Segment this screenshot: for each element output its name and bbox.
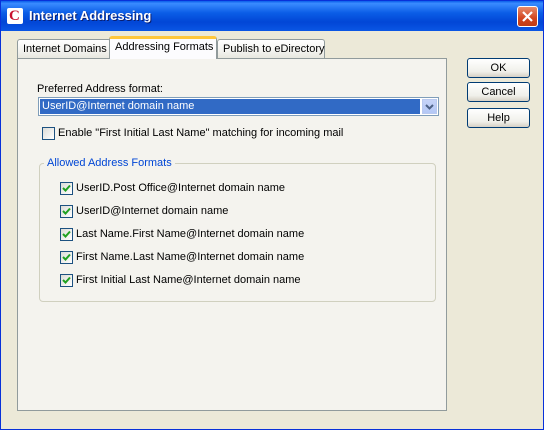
help-button[interactable]: Help <box>467 108 530 128</box>
format-label-1: UserID.Post Office@Internet domain name <box>76 182 286 194</box>
format-checkbox-2[interactable] <box>60 205 73 218</box>
format-label-2: UserID@Internet domain name <box>76 205 229 217</box>
enable-matching-checkbox[interactable] <box>42 127 55 140</box>
checkmark-icon <box>62 276 71 284</box>
dropdown-button[interactable] <box>422 99 437 114</box>
checkmark-icon <box>62 230 71 238</box>
checkmark-icon <box>62 253 71 261</box>
tab-publish-edirectory[interactable]: Publish to eDirectory <box>217 39 325 58</box>
allowed-formats-title: Allowed Address Formats <box>44 157 175 169</box>
format-label-4: First Name.Last Name@Internet domain nam… <box>76 251 305 263</box>
format-label-5: First Initial Last Name@Internet domain … <box>76 274 301 286</box>
preferred-format-label: Preferred Address format: <box>37 83 163 95</box>
preferred-format-value: UserID@Internet domain name <box>40 99 420 114</box>
tab-internet-domains[interactable]: Internet Domains <box>17 39 111 58</box>
format-checkbox-5[interactable] <box>60 274 73 287</box>
window-title: Internet Addressing <box>29 8 152 23</box>
enable-matching-label: Enable "First Initial Last Name" matchin… <box>58 127 344 139</box>
tab-addressing-formats[interactable]: Addressing Formats <box>109 36 217 59</box>
ok-button[interactable]: OK <box>467 58 530 78</box>
format-checkbox-4[interactable] <box>60 251 73 264</box>
preferred-format-select[interactable]: UserID@Internet domain name <box>38 97 439 116</box>
checkmark-icon <box>62 207 71 215</box>
title-bar[interactable]: C Internet Addressing <box>1 1 543 31</box>
close-button[interactable] <box>517 6 538 27</box>
format-label-3: Last Name.First Name@Internet domain nam… <box>76 228 305 240</box>
format-checkbox-3[interactable] <box>60 228 73 241</box>
tab-panel: Preferred Address format: UserID@Interne… <box>17 58 447 411</box>
chevron-down-icon <box>425 104 434 110</box>
cancel-button[interactable]: Cancel <box>467 82 530 102</box>
format-checkbox-1[interactable] <box>60 182 73 195</box>
dialog-window: C Internet Addressing Internet Domains A… <box>0 0 544 430</box>
app-icon: C <box>7 8 23 24</box>
checkmark-icon <box>62 184 71 192</box>
close-icon <box>522 11 533 22</box>
